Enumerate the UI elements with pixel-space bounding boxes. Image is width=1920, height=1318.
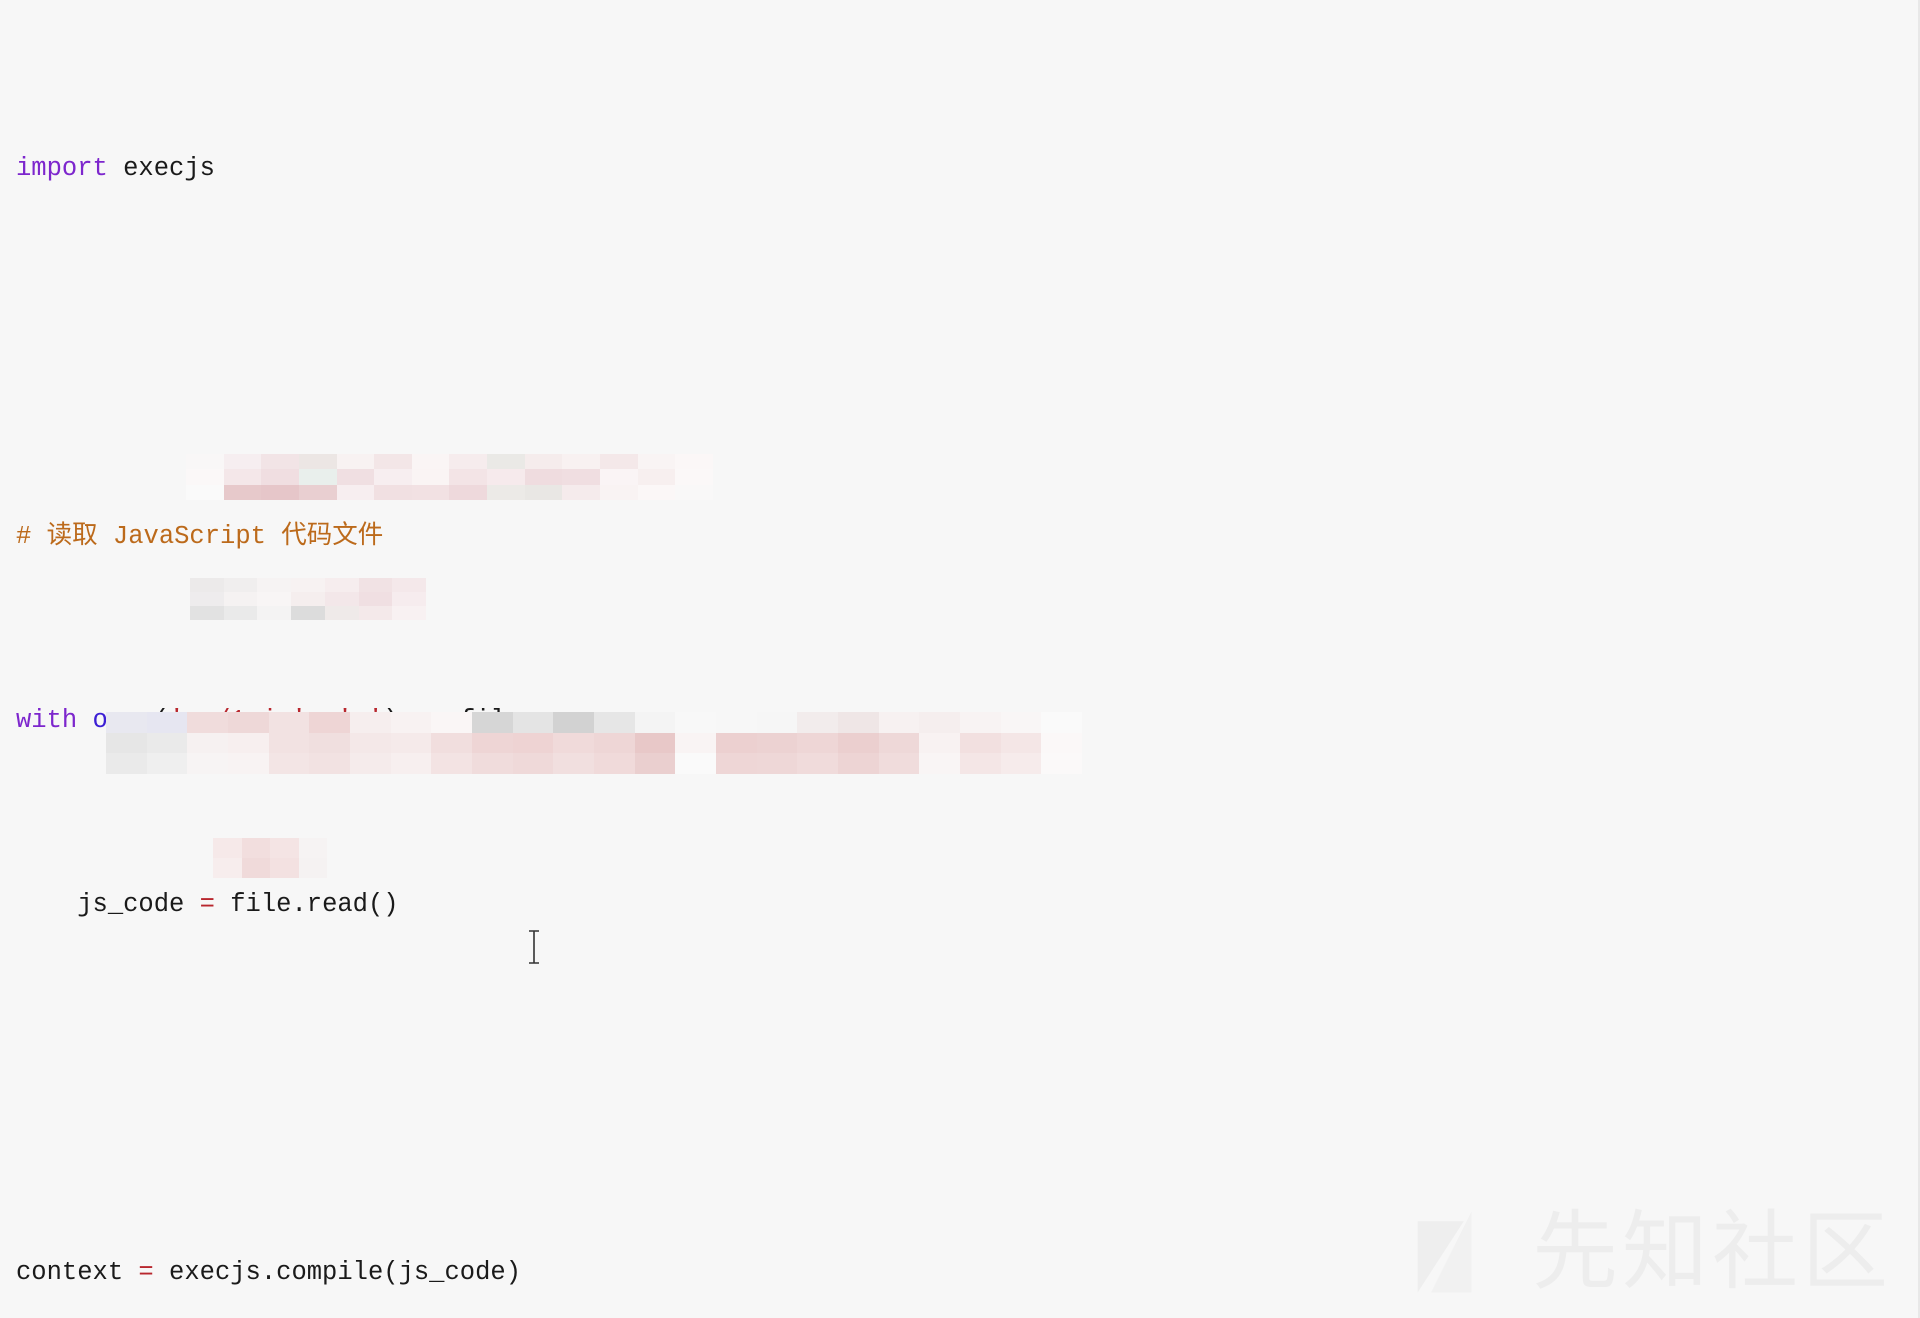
watermark: 先知社区 — [1410, 1204, 1892, 1300]
token-keyword-with: with — [16, 706, 78, 735]
watermark-logo-icon — [1417, 1211, 1472, 1293]
token-paren-open: ( — [153, 706, 170, 735]
token-keyword-as: as — [398, 706, 460, 735]
code-line-4: with open('../1.js', 'r') as file: — [16, 698, 1876, 744]
code-line-3-comment: # 读取 JavaScript 代码文件 — [16, 514, 1876, 560]
token-comment: # 读取 JavaScript 代码文件 — [16, 522, 384, 551]
watermark-text: 先知社区 — [1532, 1202, 1892, 1302]
token-var-context: context — [16, 1258, 139, 1287]
token-operator-eq: = — [138, 1258, 154, 1287]
token-keyword-import: import — [16, 154, 108, 183]
code-block: import execjs # 读取 JavaScript 代码文件 with … — [16, 8, 1876, 1318]
token-execjs-compile: execjs.compile(js_code) — [153, 1258, 521, 1287]
token-paren-close: ) — [383, 706, 399, 735]
code-line-6-blank — [16, 1066, 1876, 1112]
token-module-execjs: execjs — [107, 154, 215, 183]
code-line-5: js_code = file.read() — [16, 882, 1876, 928]
token-file-colon: file: — [459, 706, 537, 735]
token-file-read: file.read() — [214, 890, 399, 919]
code-line-1: import execjs — [16, 146, 1876, 192]
token-builtin-open: open — [92, 706, 154, 735]
token-operator-eq: = — [199, 890, 215, 919]
code-snippet-page: import execjs # 读取 JavaScript 代码文件 with … — [0, 0, 1920, 1318]
token-string-path: '../1.js' — [169, 706, 307, 735]
token-string-mode: 'r' — [337, 706, 384, 735]
code-line-2-blank — [16, 330, 1876, 376]
token-comma: , — [306, 706, 338, 735]
token-var-js-code: js_code — [16, 890, 200, 919]
text-cursor-icon — [529, 930, 539, 964]
